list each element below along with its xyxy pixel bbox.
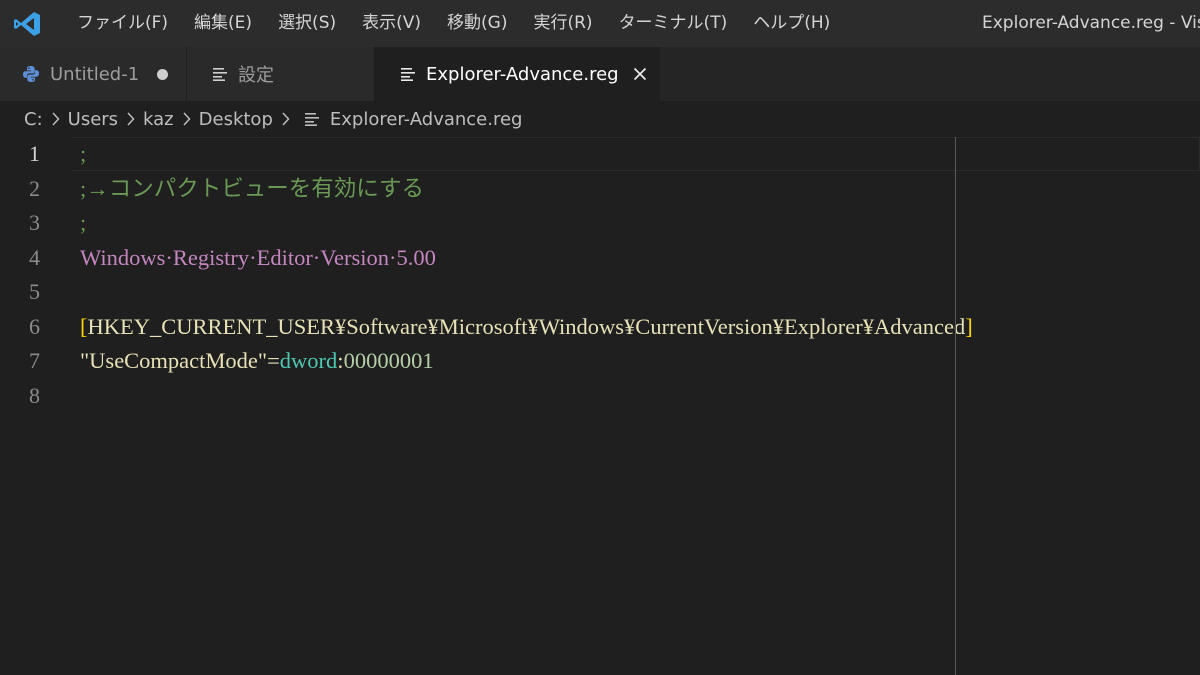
menu-terminal[interactable]: ターミナル(T) xyxy=(606,0,741,47)
menu-edit[interactable]: 編集(E) xyxy=(181,0,265,47)
value-data-token: 00000001 xyxy=(343,348,434,373)
code-line-6[interactable]: [HKEY_CURRENT_USER¥Software¥Microsoft¥Wi… xyxy=(80,310,1190,345)
tab-label: Untitled-1 xyxy=(50,63,140,85)
code-line-5[interactable] xyxy=(80,275,1190,310)
code-line-1[interactable]: ; xyxy=(80,137,1190,172)
value-name-token: "UseCompactMode" xyxy=(80,348,268,373)
line-number: 3 xyxy=(29,210,40,235)
tab-settings[interactable]: 設定 xyxy=(187,47,375,101)
equals-token: = xyxy=(267,348,280,373)
tab-untitled-1[interactable]: Untitled-1 xyxy=(0,47,187,101)
close-icon[interactable] xyxy=(633,67,647,81)
tab-label: Explorer-Advance.reg xyxy=(426,63,619,85)
breadcrumb-kaz[interactable]: kaz xyxy=(143,109,174,130)
code-line-2[interactable]: ;→コンパクトビューを有効にする xyxy=(80,172,1190,207)
breadcrumb: C: Users kaz Desktop Explorer-Advance.re… xyxy=(0,101,1200,137)
title-bar: ファイル(F) 編集(E) 選択(S) 表示(V) 移動(G) 実行(R) ター… xyxy=(0,0,1200,47)
tab-label: 設定 xyxy=(238,65,274,86)
registry-header-token: Windows·Registry·Editor·Version·5.00 xyxy=(80,244,436,270)
file-lines-icon xyxy=(400,67,416,81)
menu-view[interactable]: 表示(V) xyxy=(349,0,434,47)
editor-ruler xyxy=(955,137,956,675)
code-line-4[interactable]: Windows·Registry·Editor·Version·5.00 xyxy=(80,241,1190,276)
bracket-open-token: [ xyxy=(80,313,88,339)
unsaved-dot-icon[interactable] xyxy=(157,68,169,80)
menu-file[interactable]: ファイル(F) xyxy=(64,0,181,47)
line-number: 8 xyxy=(29,382,40,408)
comment-token: ; xyxy=(80,210,87,235)
bracket-close-token: ] xyxy=(965,313,973,339)
menu-bar: ファイル(F) 編集(E) 選択(S) 表示(V) 移動(G) 実行(R) ター… xyxy=(64,0,843,47)
comment-token: ;→コンパクトビューを有効にする xyxy=(80,175,424,201)
window-title: Explorer-Advance.reg - Vis xyxy=(982,13,1200,33)
menu-help[interactable]: ヘルプ(H) xyxy=(740,0,843,47)
line-number: 6 xyxy=(29,313,40,339)
breadcrumb-drive[interactable]: C: xyxy=(24,109,43,130)
code-line-3[interactable]: ; xyxy=(80,206,1190,241)
settings-file-icon xyxy=(212,67,228,81)
breadcrumb-file[interactable]: Explorer-Advance.reg xyxy=(330,109,523,130)
line-number: 1 xyxy=(29,141,40,166)
line-number-gutter: 1 2 3 4 5 6 7 8 xyxy=(0,137,70,413)
breadcrumb-desktop[interactable]: Desktop xyxy=(199,109,273,130)
code-editor[interactable]: 1 2 3 4 5 6 7 8 ; ;→コンパクトビューを有効にする ; Win… xyxy=(0,137,1200,675)
comment-token: ; xyxy=(80,141,87,166)
vscode-logo-icon xyxy=(14,11,40,36)
chevron-right-icon xyxy=(281,112,290,126)
breadcrumb-users[interactable]: Users xyxy=(68,109,118,130)
line-number: 4 xyxy=(29,244,40,270)
line-number: 2 xyxy=(29,175,40,201)
tab-explorer-advance-reg[interactable]: Explorer-Advance.reg xyxy=(375,47,660,101)
tab-bar: Untitled-1 設定 Explorer-Advance.reg xyxy=(0,47,1200,101)
value-type-token: dword xyxy=(279,348,338,373)
chevron-right-icon xyxy=(182,112,191,126)
line-number: 7 xyxy=(29,348,40,373)
registry-key-token: HKEY_CURRENT_USER¥Software¥Microsoft¥Win… xyxy=(87,313,966,339)
code-line-7[interactable]: "UseCompactMode"=dword:00000001 xyxy=(80,344,1190,379)
line-number: 5 xyxy=(29,279,40,304)
menu-go[interactable]: 移動(G) xyxy=(434,0,520,47)
chevron-right-icon xyxy=(51,112,60,126)
file-lines-icon xyxy=(304,112,320,126)
code-lines[interactable]: ; ;→コンパクトビューを有効にする ; Windows·Registry·Ed… xyxy=(80,137,1190,413)
python-icon xyxy=(22,65,40,83)
menu-selection[interactable]: 選択(S) xyxy=(265,0,349,47)
chevron-right-icon xyxy=(126,112,135,126)
menu-run[interactable]: 実行(R) xyxy=(520,0,605,47)
code-line-8[interactable] xyxy=(80,379,1190,414)
